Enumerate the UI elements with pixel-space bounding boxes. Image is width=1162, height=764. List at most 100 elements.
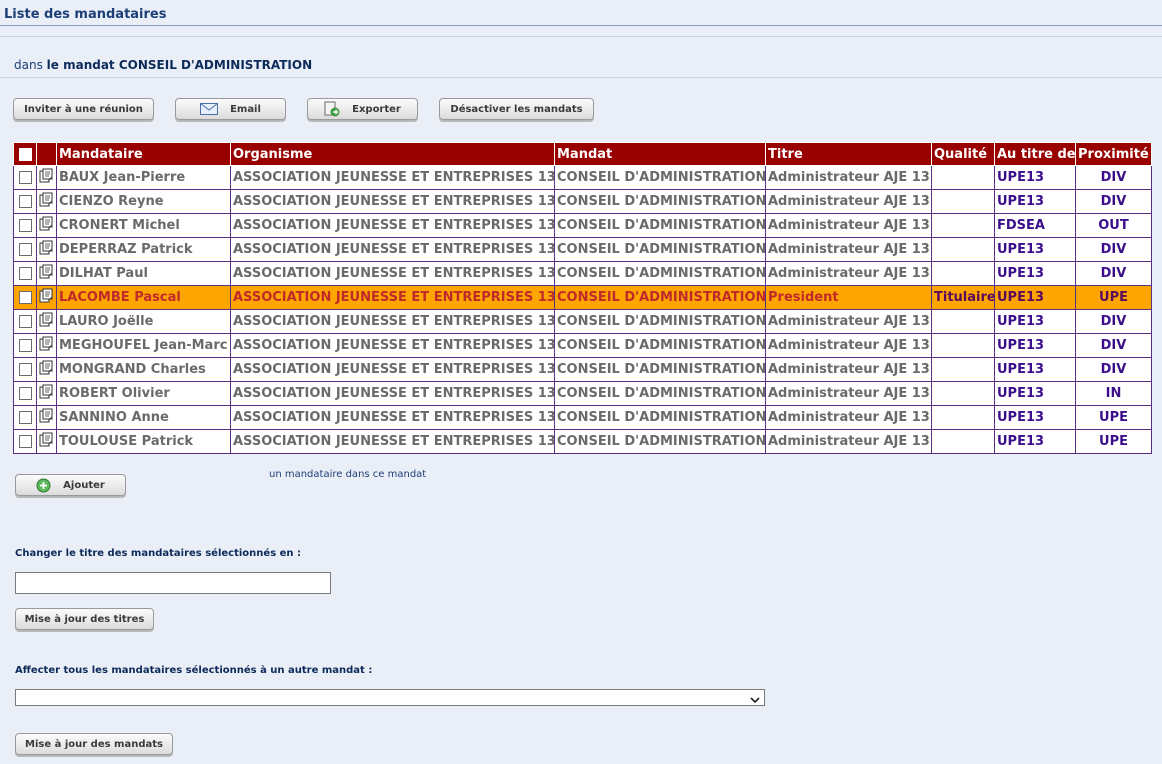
cell-titre: Administrateur AJE 13 — [765, 381, 932, 406]
cell-mandat: CONSEIL D'ADMINISTRATION — [554, 213, 766, 238]
column-header-au-titre-de[interactable]: Au titre de — [994, 142, 1076, 166]
edit-document-icon[interactable] — [39, 264, 54, 283]
cell-organisme: ASSOCIATION JEUNESSE ET ENTREPRISES 13 — [230, 213, 555, 238]
row-checkbox[interactable] — [18, 171, 32, 184]
table-row[interactable]: DILHAT Paul ASSOCIATION JEUNESSE ET ENTRE… — [13, 261, 1152, 286]
invite-meeting-button[interactable]: Inviter à une réunion — [13, 98, 154, 120]
row-checkbox[interactable] — [18, 243, 32, 256]
row-edit-cell — [36, 285, 57, 310]
row-edit-cell — [36, 333, 57, 358]
cell-qualite — [931, 261, 995, 286]
select-all-checkbox[interactable] — [18, 147, 32, 161]
row-edit-cell — [36, 381, 57, 406]
table-row[interactable]: MEGHOUFEL Jean-Marc ASSOCIATION JEUNESSE … — [13, 333, 1152, 358]
cell-proximite: UPE — [1075, 285, 1152, 310]
cell-au-titre-de: UPE13 — [994, 405, 1076, 430]
new-title-input[interactable] — [15, 572, 331, 594]
update-mandates-button[interactable]: Mise à jour des mandats — [15, 733, 173, 755]
cell-proximite: UPE — [1075, 405, 1152, 430]
row-checkbox[interactable] — [18, 387, 32, 400]
context-mandate: le mandat CONSEIL D'ADMINISTRATION — [46, 58, 313, 72]
cell-mandataire: MEGHOUFEL Jean-Marc — [56, 333, 231, 358]
update-mandates-label: Mise à jour des mandats — [25, 738, 163, 750]
row-checkbox[interactable] — [18, 339, 32, 352]
cell-titre: Administrateur AJE 13 — [765, 189, 932, 214]
row-checkbox[interactable] — [18, 435, 32, 448]
row-checkbox[interactable] — [18, 219, 32, 232]
table-row[interactable]: SANNINO Anne ASSOCIATION JEUNESSE ET ENTR… — [13, 405, 1152, 430]
column-header-proximite[interactable]: Proximité — [1075, 142, 1152, 166]
row-checkbox[interactable] — [18, 411, 32, 424]
cell-mandataire: ROBERT Olivier — [56, 381, 231, 406]
cell-organisme: ASSOCIATION JEUNESSE ET ENTREPRISES 13 — [230, 309, 555, 334]
row-checkbox[interactable] — [18, 267, 32, 280]
reassign-mandate-label: Affecter tous les mandataires sélectionn… — [15, 665, 373, 676]
row-edit-cell — [36, 237, 57, 262]
cell-qualite — [931, 357, 995, 382]
cell-qualite — [931, 165, 995, 190]
cell-proximite: UPE — [1075, 429, 1152, 454]
edit-document-icon[interactable] — [39, 384, 54, 403]
edit-document-icon[interactable] — [39, 216, 54, 235]
table-row[interactable]: BAUX Jean-Pierre ASSOCIATION JEUNESSE ET … — [13, 165, 1152, 190]
cell-proximite: DIV — [1075, 165, 1152, 190]
cell-qualite — [931, 237, 995, 262]
deactivate-mandates-button[interactable]: Désactiver les mandats — [439, 98, 594, 120]
export-button[interactable]: Exporter — [307, 98, 418, 120]
table-row[interactable]: MONGRAND Charles ASSOCIATION JEUNESSE ET … — [13, 357, 1152, 382]
title-divider — [0, 25, 1162, 26]
export-label: Exporter — [352, 103, 401, 115]
row-select-cell — [13, 429, 37, 454]
table-row[interactable]: CRONERT Michel ASSOCIATION JEUNESSE ET EN… — [13, 213, 1152, 238]
cell-qualite — [931, 189, 995, 214]
row-edit-cell — [36, 165, 57, 190]
row-select-cell — [13, 333, 37, 358]
add-mandataire-button[interactable]: Ajouter — [15, 474, 126, 496]
cell-au-titre-de: UPE13 — [994, 261, 1076, 286]
table-row[interactable]: TOULOUSE Patrick ASSOCIATION JEUNESSE ET … — [13, 429, 1152, 454]
edit-document-icon[interactable] — [39, 168, 54, 187]
table-row[interactable]: CIENZO Reyne ASSOCIATION JEUNESSE ET ENTR… — [13, 189, 1152, 214]
edit-document-icon[interactable] — [39, 432, 54, 451]
cell-mandataire: DEPERRAZ Patrick — [56, 237, 231, 262]
edit-document-icon[interactable] — [39, 312, 54, 331]
edit-document-icon[interactable] — [39, 336, 54, 355]
update-titles-button[interactable]: Mise à jour des titres — [15, 608, 154, 630]
row-checkbox[interactable] — [18, 195, 32, 208]
column-header-qualite[interactable]: Qualité — [931, 142, 995, 166]
cell-qualite — [931, 213, 995, 238]
cell-mandat: CONSEIL D'ADMINISTRATION — [554, 357, 766, 382]
cell-mandat: CONSEIL D'ADMINISTRATION — [554, 309, 766, 334]
row-select-cell — [13, 357, 37, 382]
edit-document-icon[interactable] — [39, 408, 54, 427]
row-edit-cell — [36, 405, 57, 430]
cell-mandat: CONSEIL D'ADMINISTRATION — [554, 189, 766, 214]
row-checkbox[interactable] — [18, 363, 32, 376]
cell-mandat: CONSEIL D'ADMINISTRATION — [554, 429, 766, 454]
table-row[interactable]: LACOMBE Pascal ASSOCIATION JEUNESSE ET EN… — [13, 285, 1152, 310]
column-header-organisme[interactable]: Organisme — [230, 142, 555, 166]
column-header-mandataire[interactable]: Mandataire — [56, 142, 231, 166]
cell-au-titre-de: UPE13 — [994, 237, 1076, 262]
column-header-titre[interactable]: Titre — [765, 142, 932, 166]
row-checkbox[interactable] — [18, 315, 32, 328]
table-row[interactable]: DEPERRAZ Patrick ASSOCIATION JEUNESSE ET … — [13, 237, 1152, 262]
column-header-mandat[interactable]: Mandat — [554, 142, 766, 166]
cell-mandataire: CRONERT Michel — [56, 213, 231, 238]
cell-proximite: DIV — [1075, 309, 1152, 334]
target-mandate-select[interactable] — [15, 689, 765, 706]
edit-document-icon[interactable] — [39, 240, 54, 259]
table-row[interactable]: LAURO Joëlle ASSOCIATION JEUNESSE ET ENTR… — [13, 309, 1152, 334]
email-button[interactable]: Email — [175, 98, 286, 120]
cell-titre: Administrateur AJE 13 — [765, 165, 932, 190]
cell-mandataire: SANNINO Anne — [56, 405, 231, 430]
cell-mandat: CONSEIL D'ADMINISTRATION — [554, 405, 766, 430]
cell-proximite: DIV — [1075, 357, 1152, 382]
cell-qualite — [931, 333, 995, 358]
table-row[interactable]: ROBERT Olivier ASSOCIATION JEUNESSE ET EN… — [13, 381, 1152, 406]
edit-document-icon[interactable] — [39, 192, 54, 211]
cell-titre: Administrateur AJE 13 — [765, 333, 932, 358]
edit-document-icon[interactable] — [39, 288, 54, 307]
row-checkbox[interactable] — [18, 291, 32, 304]
edit-document-icon[interactable] — [39, 360, 54, 379]
